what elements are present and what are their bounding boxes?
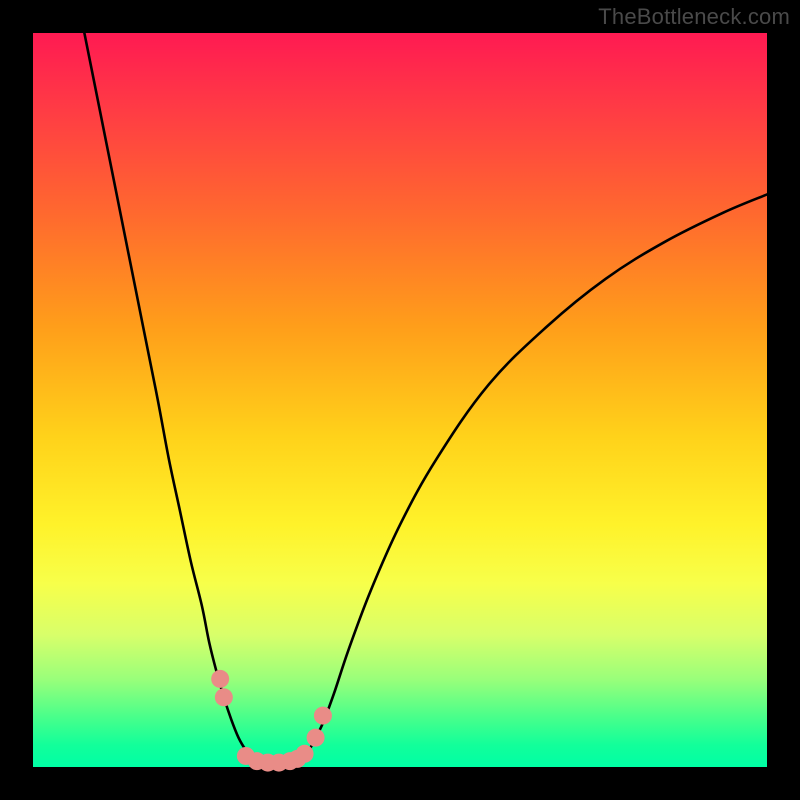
watermark-text: TheBottleneck.com bbox=[598, 4, 790, 30]
plot-area bbox=[33, 33, 767, 767]
data-point bbox=[215, 688, 233, 706]
data-point bbox=[314, 707, 332, 725]
data-points-cluster bbox=[211, 670, 332, 772]
curve-right bbox=[297, 194, 767, 765]
data-point bbox=[307, 729, 325, 747]
data-point bbox=[296, 745, 314, 763]
data-point bbox=[211, 670, 229, 688]
chart-svg bbox=[33, 33, 767, 767]
curve-left bbox=[84, 33, 260, 766]
chart-frame: TheBottleneck.com bbox=[0, 0, 800, 800]
